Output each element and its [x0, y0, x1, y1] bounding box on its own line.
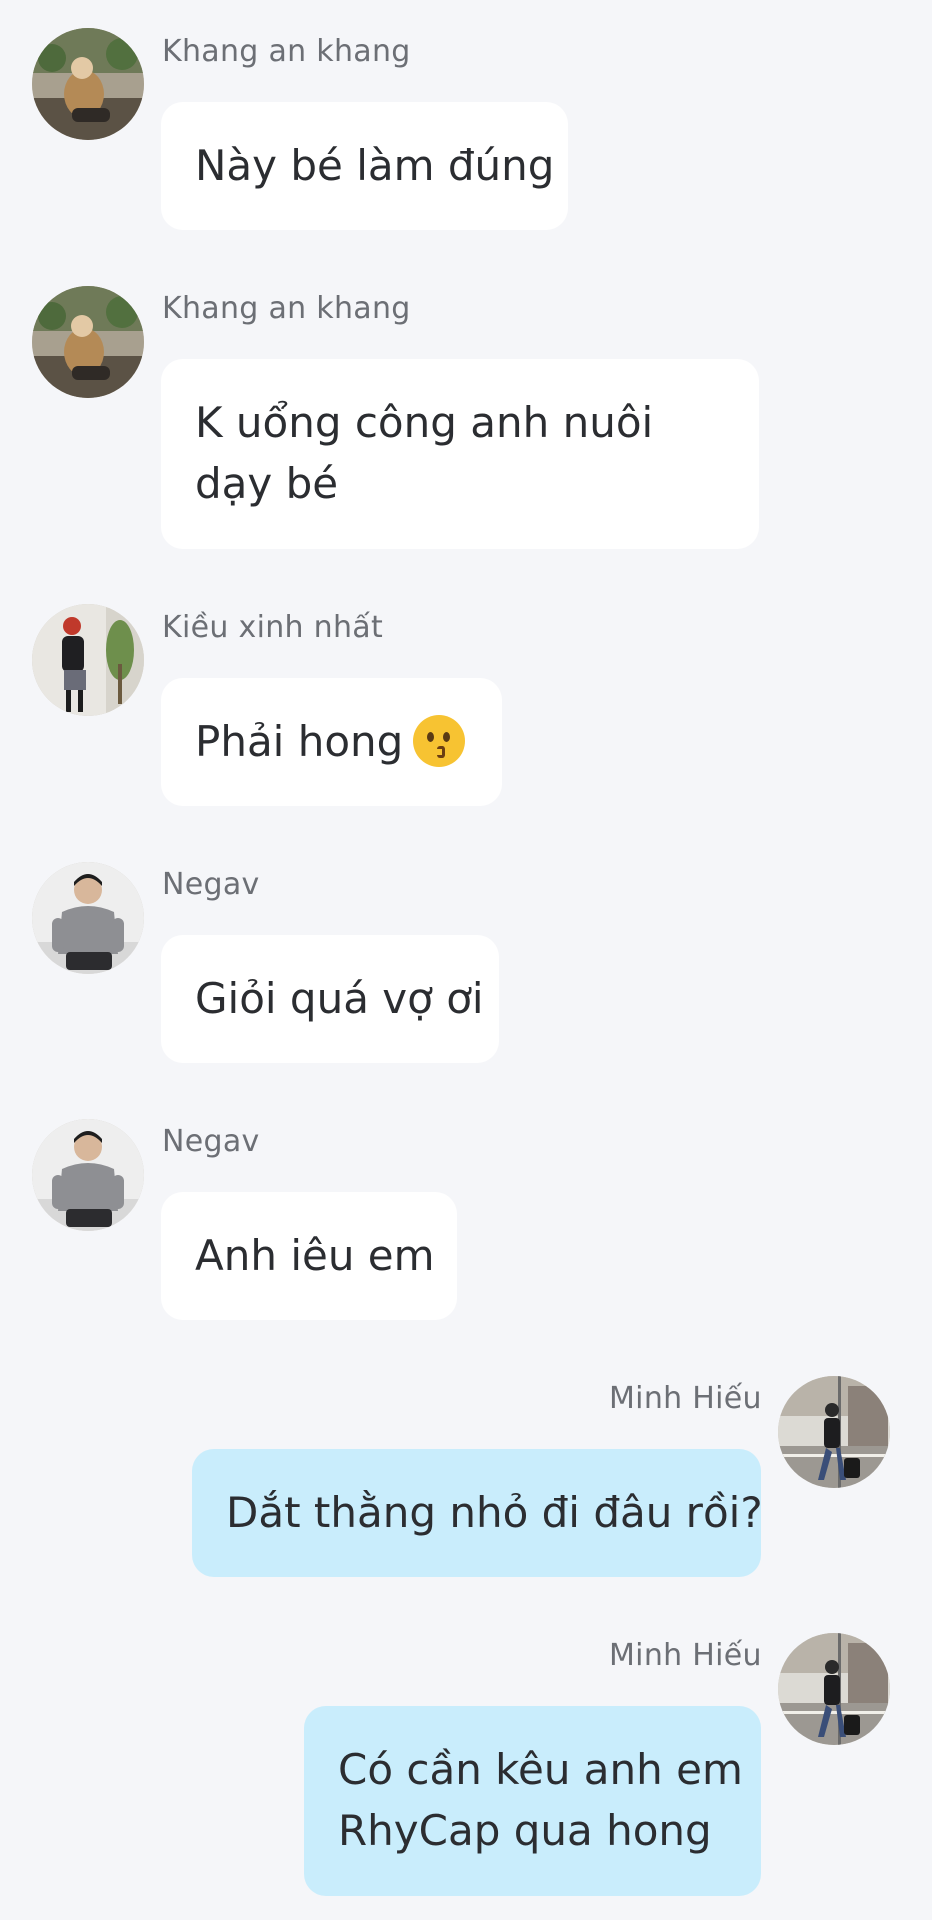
- message-text: Giỏi quá vợ ơi: [195, 974, 484, 1023]
- sender-name: Negav: [162, 1124, 260, 1159]
- message-text: Dắt thằng nhỏ đi đâu rồi?: [226, 1488, 763, 1537]
- avatar-photo-minhhieu: [778, 1633, 890, 1745]
- sender-name: Minh Hiếu: [609, 1381, 762, 1416]
- sender-name: Minh Hiếu: [609, 1638, 762, 1673]
- avatar[interactable]: [32, 286, 144, 398]
- chat-thread[interactable]: Khang an khang Này bé làm đúng Khang an …: [0, 0, 932, 1920]
- avatar-photo-minhhieu: [778, 1376, 890, 1488]
- sender-name: Khang an khang: [162, 291, 411, 326]
- avatar[interactable]: [32, 604, 144, 716]
- message-bubble[interactable]: K uổng công anh nuôi dạy bé: [161, 359, 759, 549]
- avatar-photo-negav: [32, 862, 144, 974]
- message-text: RhyCap qua hong: [338, 1806, 712, 1855]
- message-bubble[interactable]: Có cần kêu anh em RhyCap qua hong: [304, 1706, 761, 1896]
- kissing-face-emoji: [413, 714, 466, 767]
- message-text: dạy bé: [195, 459, 339, 508]
- message-text: Có cần kêu anh em: [338, 1745, 743, 1794]
- avatar-photo-negav: [32, 1119, 144, 1231]
- message-text: Này bé làm đúng: [195, 141, 555, 190]
- sender-name: Kiều xinh nhất: [162, 610, 384, 645]
- message-bubble[interactable]: Này bé làm đúng: [161, 102, 568, 230]
- avatar-photo-khang: [32, 286, 144, 398]
- message-text: Phải hong: [195, 717, 404, 766]
- message-bubble[interactable]: Phải hong: [161, 678, 502, 806]
- message-bubble[interactable]: Anh iêu em: [161, 1192, 457, 1320]
- sender-name: Khang an khang: [162, 34, 411, 69]
- avatar[interactable]: [778, 1376, 890, 1488]
- avatar-photo-kieu: [32, 604, 144, 716]
- avatar[interactable]: [32, 862, 144, 974]
- message-text: Anh iêu em: [195, 1231, 435, 1280]
- avatar[interactable]: [778, 1633, 890, 1745]
- avatar[interactable]: [32, 1119, 144, 1231]
- message-bubble[interactable]: Dắt thằng nhỏ đi đâu rồi?: [192, 1449, 763, 1577]
- message-text: K uổng công anh nuôi: [195, 398, 654, 447]
- avatar[interactable]: [32, 28, 144, 140]
- message-bubble[interactable]: Giỏi quá vợ ơi: [161, 935, 499, 1063]
- avatar-photo-khang: [32, 28, 144, 140]
- message-text-line: Phải hong: [195, 711, 468, 772]
- sender-name: Negav: [162, 867, 260, 902]
